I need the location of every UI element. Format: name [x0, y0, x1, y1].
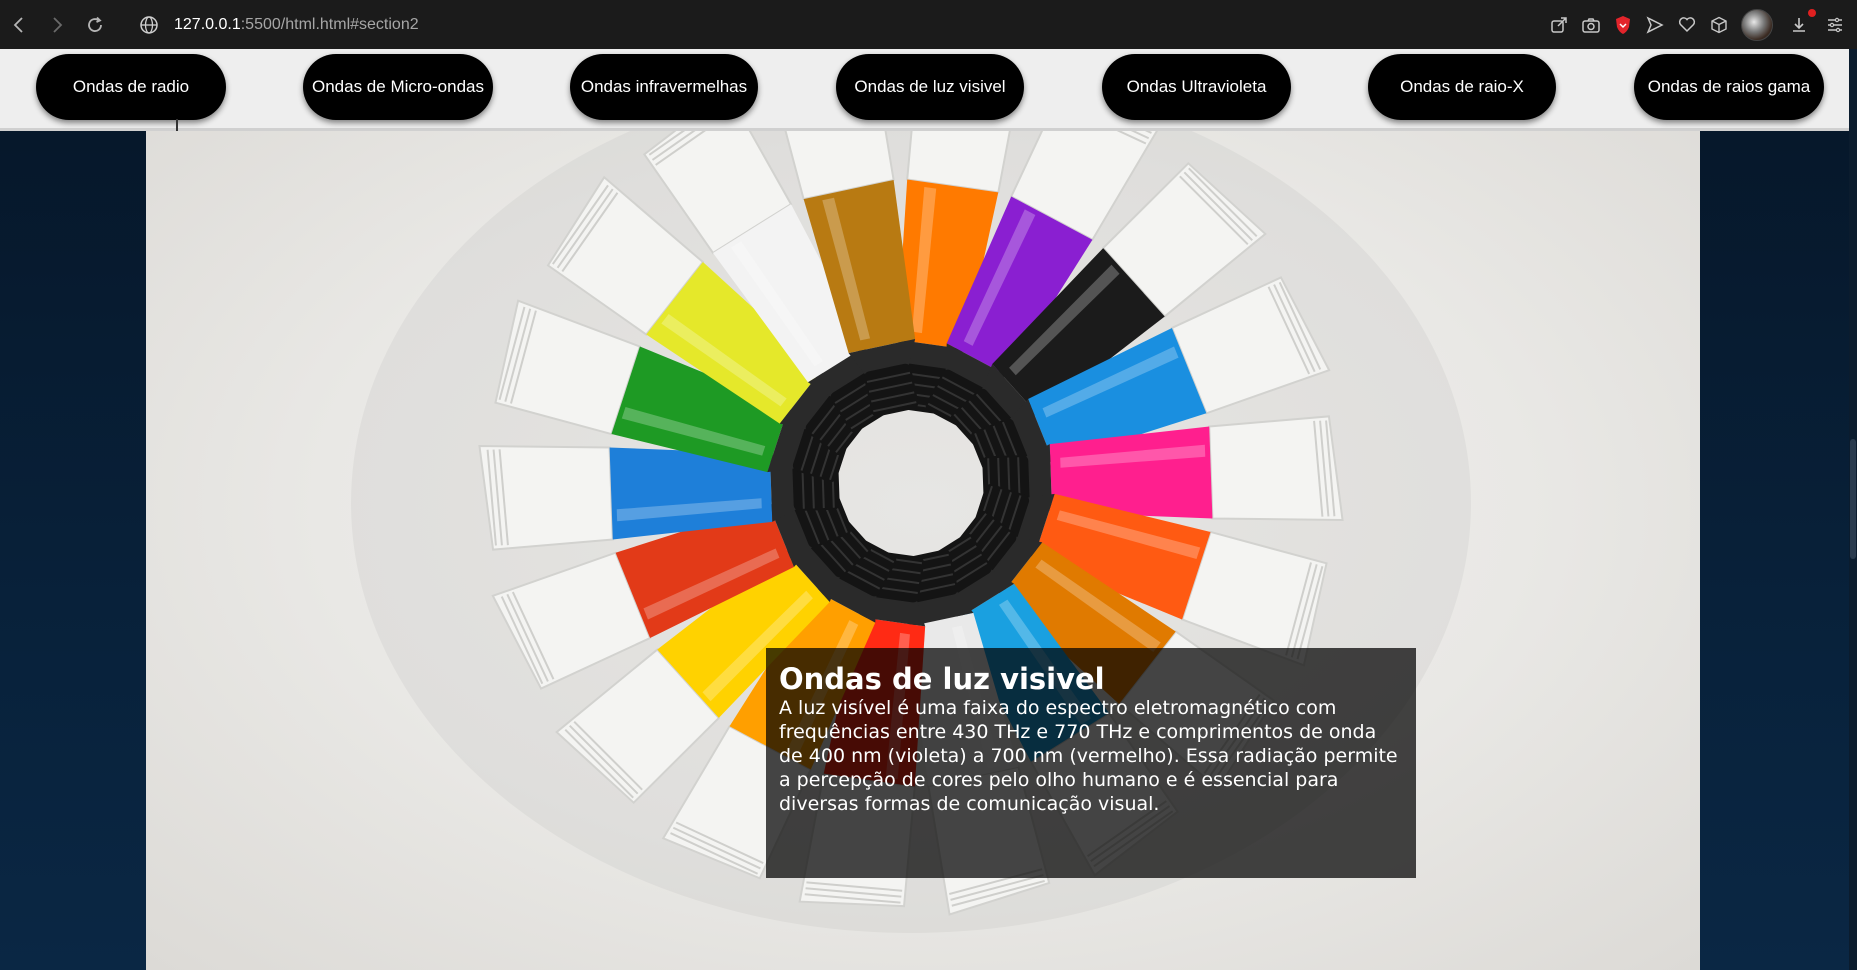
nav-ondas-de-radio[interactable]: Ondas de radio: [36, 54, 226, 120]
browser-tools: [1543, 0, 1851, 49]
page-scrollbar[interactable]: [1849, 49, 1857, 970]
send-icon[interactable]: [1639, 0, 1671, 49]
top-navigation: Ondas de radio Ondas de Micro-ondas Onda…: [0, 49, 1849, 131]
nav-label: Ondas de radio: [72, 77, 190, 96]
brave-shields-icon[interactable]: [1607, 0, 1639, 49]
nav-divider: [176, 119, 178, 131]
address-bar[interactable]: 127.0.0.1:5500/html.html#section2: [138, 0, 419, 49]
scrollbar-thumb[interactable]: [1850, 439, 1856, 559]
nav-label: Ondas infravermelhas: [580, 77, 748, 96]
menu-icon[interactable]: [1819, 0, 1851, 49]
visible-light-image: Ondas de luz visivel A luz visível é uma…: [146, 128, 1700, 970]
download-icon[interactable]: [1779, 0, 1819, 49]
nav-ondas-de-micro-ondas[interactable]: Ondas de Micro-ondas: [303, 54, 493, 120]
camera-icon[interactable]: [1575, 0, 1607, 49]
nav-label: Ondas de raios gama: [1647, 77, 1811, 96]
site-info-icon[interactable]: [138, 14, 160, 36]
url-path: :5500/html.html#section2: [240, 15, 419, 33]
nav-label: Ondas de Micro-ondas: [312, 77, 484, 96]
nav-ondas-de-raios-gama[interactable]: Ondas de raios gama: [1634, 54, 1824, 120]
heart-icon[interactable]: [1671, 0, 1703, 49]
nav-label: Ondas de raio-X: [1400, 77, 1524, 96]
back-icon[interactable]: [0, 0, 38, 49]
nav-ondas-infravermelhas[interactable]: Ondas infravermelhas: [570, 54, 758, 120]
nav-ondas-de-raio-x[interactable]: Ondas de raio-X: [1368, 54, 1556, 120]
share-icon[interactable]: [1543, 0, 1575, 49]
reload-icon[interactable]: [76, 0, 114, 49]
nav-ondas-ultravioleta[interactable]: Ondas Ultravioleta: [1102, 54, 1291, 120]
cube-icon[interactable]: [1703, 0, 1735, 49]
nav-ondas-de-luz-visivel[interactable]: Ondas de luz visivel: [836, 54, 1024, 120]
nav-label: Ondas de luz visivel: [854, 77, 1006, 96]
url-host: 127.0.0.1: [174, 15, 241, 33]
browser-toolbar: 127.0.0.1:5500/html.html#section2: [0, 0, 1857, 49]
notification-dot: [1808, 9, 1816, 17]
profile-avatar[interactable]: [1735, 0, 1779, 49]
section-caption: Ondas de luz visivel A luz visível é uma…: [766, 648, 1416, 878]
section-title: Ondas de luz visivel: [779, 662, 1105, 696]
section-text: A luz visível é uma faixa do espectro el…: [779, 697, 1398, 815]
page-viewport: Ondas de luz visivel A luz visível é uma…: [0, 49, 1849, 970]
nav-label: Ondas Ultravioleta: [1126, 77, 1267, 96]
forward-icon[interactable]: [38, 0, 76, 49]
